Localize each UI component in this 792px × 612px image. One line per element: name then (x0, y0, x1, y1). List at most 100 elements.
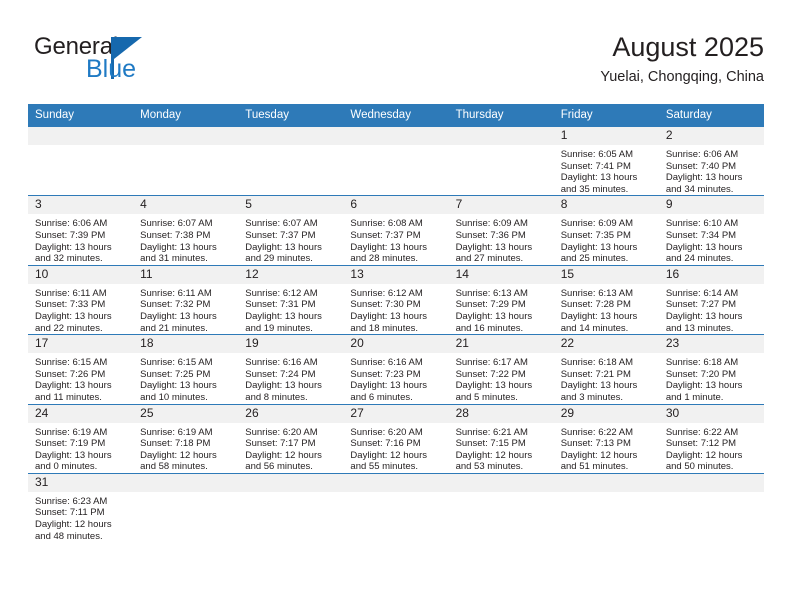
calendar-cell-day-17[interactable]: 17 Sunrise: 6:15 AM Sunset: 7:26 PM Dayligh… (28, 334, 134, 404)
calendar-cell-day-30[interactable]: 30 Sunrise: 6:22 AM Sunset: 7:12 PM Dayligh… (658, 403, 764, 474)
day-details: Sunrise: 6:11 AM Sunset: 7:33 PM Daylight:… (28, 284, 133, 334)
calendar-cell-day-20[interactable]: 20 Sunrise: 6:16 AM Sunset: 7:23 PM Dayligh… (343, 334, 449, 404)
daylight-text-line2: and 32 minutes. (35, 253, 103, 265)
daylight-text-line2: and 50 minutes. (665, 461, 734, 473)
sunrise-text: Sunrise: 6:18 AM (560, 357, 634, 369)
calendar-cell-day-10[interactable]: 10 Sunrise: 6:11 AM Sunset: 7:33 PM Dayligh… (28, 264, 134, 335)
daylight-text-line1: Daylight: 13 hours (665, 310, 743, 322)
calendar-cell-day-3[interactable]: 3 Sunrise: 6:06 AM Sunset: 7:39 PM Daylight… (28, 195, 134, 266)
weekday-header-row: Sunday Monday Tuesday Wednesday Thursday… (28, 104, 764, 127)
calendar-cell-day-22[interactable]: 22 Sunrise: 6:18 AM Sunset: 7:21 PM Dayligh… (553, 334, 659, 404)
day-number: 30 (658, 404, 764, 423)
calendar-cell-day-21[interactable]: 21 Sunrise: 6:17 AM Sunset: 7:22 PM Dayligh… (448, 334, 554, 404)
calendar-cell-empty[interactable] (238, 125, 344, 196)
day-number: 24 (28, 404, 134, 423)
daylight-text-line2: and 31 minutes. (140, 253, 208, 265)
day-details: Sunrise: 6:05 AM Sunset: 7:41 PM Daylight:… (554, 145, 659, 195)
day-details: Sunrise: 6:15 AM Sunset: 7:26 PM Daylight:… (28, 353, 133, 403)
daylight-text-line1: Daylight: 13 hours (140, 380, 217, 392)
sunrise-text: Sunrise: 6:06 AM (35, 218, 108, 230)
calendar-cell-day-26[interactable]: 26 Sunrise: 6:20 AM Sunset: 7:17 PM Dayligh… (238, 403, 344, 474)
calendar-cell-day-27[interactable]: 27 Sunrise: 6:20 AM Sunset: 7:16 PM Dayligh… (343, 403, 449, 474)
calendar-cell-day-19[interactable]: 19 Sunrise: 6:16 AM Sunset: 7:24 PM Dayligh… (238, 334, 344, 404)
calendar-cell-empty[interactable] (133, 472, 239, 544)
day-number: 9 (658, 196, 764, 215)
day-number: 22 (553, 335, 659, 354)
day-details: Sunrise: 6:12 AM Sunset: 7:30 PM Daylight:… (343, 284, 448, 334)
sunset-text: Sunset: 7:34 PM (665, 229, 737, 241)
calendar-cell-day-12[interactable]: 12 Sunrise: 6:12 AM Sunset: 7:31 PM Dayligh… (238, 264, 344, 335)
logo-word-blue: Blue (86, 55, 137, 83)
calendar-cell-day-4[interactable]: 4 Sunrise: 6:07 AM Sunset: 7:38 PM Daylight… (133, 195, 239, 266)
weekday-header-thursday: Thursday (448, 104, 554, 127)
calendar-cell-day-6[interactable]: 6 Sunrise: 6:08 AM Sunset: 7:37 PM Daylight… (343, 195, 449, 266)
calendar-cell-empty[interactable] (343, 125, 449, 196)
daylight-text-line2: and 13 minutes. (665, 322, 734, 334)
calendar-week-row: 31 Sunrise: 6:23 AM Sunset: 7:11 PM Dayligh… (28, 472, 764, 544)
day-number: 1 (553, 127, 659, 145)
day-number (343, 127, 449, 145)
day-details: Sunrise: 6:14 AM Sunset: 7:27 PM Daylight:… (659, 284, 764, 334)
calendar-cell-day-5[interactable]: 5 Sunrise: 6:07 AM Sunset: 7:37 PM Daylight… (238, 195, 344, 266)
daylight-text-line2: and 1 minute. (665, 391, 724, 403)
day-details: Sunrise: 6:13 AM Sunset: 7:29 PM Daylight:… (449, 284, 554, 334)
calendar-cell-day-16[interactable]: 16 Sunrise: 6:14 AM Sunset: 7:27 PM Dayligh… (658, 264, 764, 335)
calendar-cell-day-15[interactable]: 15 Sunrise: 6:13 AM Sunset: 7:28 PM Dayligh… (553, 264, 659, 335)
calendar-cell-day-31[interactable]: 31 Sunrise: 6:23 AM Sunset: 7:11 PM Dayligh… (28, 472, 134, 544)
sunrise-text: Sunrise: 6:21 AM (455, 426, 528, 438)
sunrise-text: Sunrise: 6:20 AM (245, 426, 318, 438)
calendar-cell-day-8[interactable]: 8 Sunrise: 6:09 AM Sunset: 7:35 PM Daylight… (553, 195, 659, 266)
daylight-text-line2: and 48 minutes. (35, 530, 103, 542)
calendar-cell-day-18[interactable]: 18 Sunrise: 6:15 AM Sunset: 7:25 PM Dayligh… (133, 334, 239, 404)
daylight-text-line1: Daylight: 13 hours (665, 172, 743, 184)
calendar-cell-day-24[interactable]: 24 Sunrise: 6:19 AM Sunset: 7:19 PM Dayligh… (28, 403, 134, 474)
daylight-text-line2: and 10 minutes. (140, 391, 208, 403)
sunset-text: Sunset: 7:17 PM (245, 438, 316, 450)
day-details: Sunrise: 6:19 AM Sunset: 7:18 PM Daylight:… (133, 423, 238, 473)
sunrise-text: Sunrise: 6:22 AM (560, 426, 634, 438)
sunrise-text: Sunrise: 6:23 AM (35, 495, 108, 507)
sunrise-text: Sunrise: 6:16 AM (350, 357, 423, 369)
calendar-cell-empty[interactable] (658, 472, 764, 544)
calendar-cell-day-11[interactable]: 11 Sunrise: 6:11 AM Sunset: 7:32 PM Dayligh… (133, 264, 239, 335)
day-number (133, 473, 239, 492)
daylight-text-line1: Daylight: 12 hours (350, 449, 427, 461)
daylight-text-line1: Daylight: 13 hours (140, 310, 217, 322)
day-details: Sunrise: 6:09 AM Sunset: 7:36 PM Daylight:… (449, 214, 554, 264)
calendar-cell-day-1[interactable]: 1 Sunrise: 6:05 AM Sunset: 7:41 PM Daylight… (553, 125, 659, 196)
day-number: 31 (28, 473, 134, 492)
calendar-cell-empty[interactable] (448, 472, 554, 544)
sunset-text: Sunset: 7:13 PM (560, 438, 631, 450)
calendar-cell-day-29[interactable]: 29 Sunrise: 6:22 AM Sunset: 7:13 PM Dayligh… (553, 403, 659, 474)
sunset-text: Sunset: 7:38 PM (140, 229, 211, 241)
calendar-cell-empty[interactable] (343, 472, 449, 544)
calendar-cell-empty[interactable] (238, 472, 344, 544)
sunrise-text: Sunrise: 6:14 AM (665, 287, 739, 299)
daylight-text-line1: Daylight: 13 hours (245, 380, 322, 392)
sunrise-text: Sunrise: 6:20 AM (350, 426, 423, 438)
calendar-week-row: 17 Sunrise: 6:15 AM Sunset: 7:26 PM Dayligh… (28, 334, 764, 404)
sunset-text: Sunset: 7:22 PM (455, 368, 526, 380)
day-details: Sunrise: 6:16 AM Sunset: 7:23 PM Daylight:… (343, 353, 448, 403)
daylight-text-line2: and 0 minutes. (35, 461, 98, 473)
daylight-text-line1: Daylight: 12 hours (245, 449, 322, 461)
sunrise-text: Sunrise: 6:07 AM (140, 218, 213, 230)
calendar-cell-day-13[interactable]: 13 Sunrise: 6:12 AM Sunset: 7:30 PM Dayligh… (343, 264, 449, 335)
calendar-cell-day-7[interactable]: 7 Sunrise: 6:09 AM Sunset: 7:36 PM Daylight… (448, 195, 554, 266)
calendar-cell-day-25[interactable]: 25 Sunrise: 6:19 AM Sunset: 7:18 PM Dayligh… (133, 403, 239, 474)
calendar-cell-empty[interactable] (28, 125, 134, 196)
calendar-cell-day-28[interactable]: 28 Sunrise: 6:21 AM Sunset: 7:15 PM Dayligh… (448, 403, 554, 474)
calendar-cell-empty[interactable] (448, 125, 554, 196)
day-details: Sunrise: 6:12 AM Sunset: 7:31 PM Daylight:… (238, 284, 343, 334)
day-details: Sunrise: 6:09 AM Sunset: 7:35 PM Daylight:… (554, 214, 659, 264)
day-details: Sunrise: 6:16 AM Sunset: 7:24 PM Daylight:… (238, 353, 343, 403)
calendar-cell-day-9[interactable]: 9 Sunrise: 6:10 AM Sunset: 7:34 PM Daylight… (658, 195, 764, 266)
calendar-cell-empty[interactable] (133, 125, 239, 196)
calendar-cell-day-14[interactable]: 14 Sunrise: 6:13 AM Sunset: 7:29 PM Dayligh… (448, 264, 554, 335)
daylight-text-line1: Daylight: 13 hours (35, 380, 112, 392)
calendar-cell-empty[interactable] (553, 472, 659, 544)
day-number: 25 (133, 404, 239, 423)
calendar-cell-day-2[interactable]: 2 Sunrise: 6:06 AM Sunset: 7:40 PM Daylight… (658, 125, 764, 196)
daylight-text-line1: Daylight: 13 hours (560, 241, 638, 253)
calendar-cell-day-23[interactable]: 23 Sunrise: 6:18 AM Sunset: 7:20 PM Dayligh… (658, 334, 764, 404)
